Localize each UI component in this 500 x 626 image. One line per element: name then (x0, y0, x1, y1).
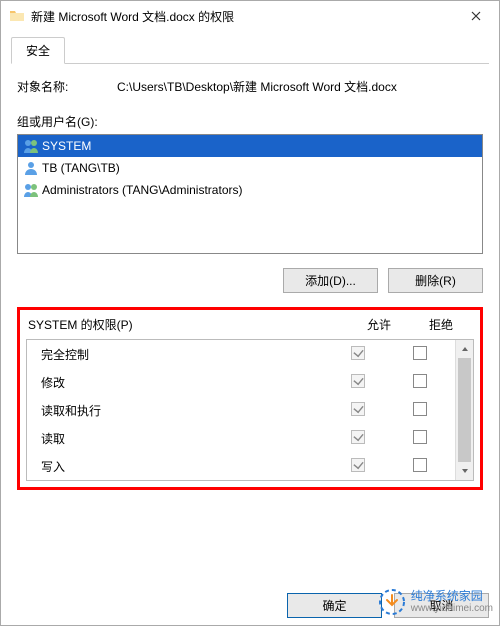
groups-listbox[interactable]: SYSTEM TB (TANG\TB) Administrators (TANG… (17, 134, 483, 254)
scroll-thumb[interactable] (458, 358, 471, 462)
permissions-title: SYSTEM 的权限(P) (28, 316, 348, 333)
tab-security[interactable]: 安全 (11, 37, 65, 64)
scroll-track[interactable] (456, 358, 473, 462)
scroll-down-icon[interactable] (456, 462, 473, 480)
group-buttons: 添加(D)... 删除(R) (17, 268, 483, 293)
permissions-list: 完全控制 修改 读取和执行 (26, 339, 474, 481)
add-button[interactable]: 添加(D)... (283, 268, 378, 293)
deny-checkbox[interactable] (413, 430, 427, 444)
close-button[interactable] (453, 1, 499, 31)
allow-checkbox[interactable] (351, 430, 365, 444)
allow-checkbox[interactable] (351, 374, 365, 388)
watermark-text: 纯净系统家园 (411, 590, 493, 603)
permission-label: 读取和执行 (41, 402, 327, 419)
list-item[interactable]: TB (TANG\TB) (18, 157, 482, 179)
list-item-label: Administrators (TANG\Administrators) (42, 183, 242, 197)
scroll-up-icon[interactable] (456, 340, 473, 358)
deny-checkbox[interactable] (413, 374, 427, 388)
permissions-header: SYSTEM 的权限(P) 允许 拒绝 (26, 316, 474, 339)
remove-button[interactable]: 删除(R) (388, 268, 483, 293)
permission-label: 读取 (41, 430, 327, 447)
titlebar: 新建 Microsoft Word 文档.docx 的权限 (1, 1, 499, 31)
permission-row: 读取 (27, 424, 455, 452)
watermark: 纯净系统家园 www.yidaimei.com (379, 589, 493, 615)
groups-label: 组或用户名(G): (17, 113, 483, 130)
object-path: C:\Users\TB\Desktop\新建 Microsoft Word 文档… (117, 78, 483, 95)
allow-checkbox[interactable] (351, 458, 365, 472)
user-icon (22, 159, 40, 177)
object-name-label: 对象名称: (17, 78, 117, 95)
deny-checkbox[interactable] (413, 346, 427, 360)
allow-checkbox[interactable] (351, 346, 365, 360)
group-icon (22, 181, 40, 199)
column-deny: 拒绝 (410, 316, 472, 333)
list-item-label: TB (TANG\TB) (42, 161, 120, 175)
dialog-body: 安全 对象名称: C:\Users\TB\Desktop\新建 Microsof… (1, 31, 499, 571)
permission-label: 完全控制 (41, 346, 327, 363)
group-icon (22, 137, 40, 155)
folder-icon (9, 8, 25, 24)
window-title: 新建 Microsoft Word 文档.docx 的权限 (31, 8, 453, 25)
list-item-label: SYSTEM (42, 139, 91, 153)
permission-row: 修改 (27, 368, 455, 396)
list-item[interactable]: SYSTEM (18, 135, 482, 157)
permission-row: 完全控制 (27, 340, 455, 368)
ok-button[interactable]: 确定 (287, 593, 382, 618)
object-row: 对象名称: C:\Users\TB\Desktop\新建 Microsoft W… (17, 78, 483, 95)
tab-content: 对象名称: C:\Users\TB\Desktop\新建 Microsoft W… (11, 64, 489, 571)
permissions-panel: SYSTEM 的权限(P) 允许 拒绝 完全控制 修改 (17, 307, 483, 490)
scrollbar[interactable] (455, 340, 473, 480)
tabstrip: 安全 (11, 37, 489, 64)
allow-checkbox[interactable] (351, 402, 365, 416)
permission-row: 读取和执行 (27, 396, 455, 424)
permission-label: 修改 (41, 374, 327, 391)
permission-row: 写入 (27, 452, 455, 480)
list-item[interactable]: Administrators (TANG\Administrators) (18, 179, 482, 201)
watermark-logo-icon (379, 589, 405, 615)
column-allow: 允许 (348, 316, 410, 333)
deny-checkbox[interactable] (413, 402, 427, 416)
deny-checkbox[interactable] (413, 458, 427, 472)
properties-dialog: 新建 Microsoft Word 文档.docx 的权限 安全 对象名称: C… (0, 0, 500, 626)
watermark-url: www.yidaimei.com (411, 603, 493, 614)
permission-label: 写入 (41, 458, 327, 475)
